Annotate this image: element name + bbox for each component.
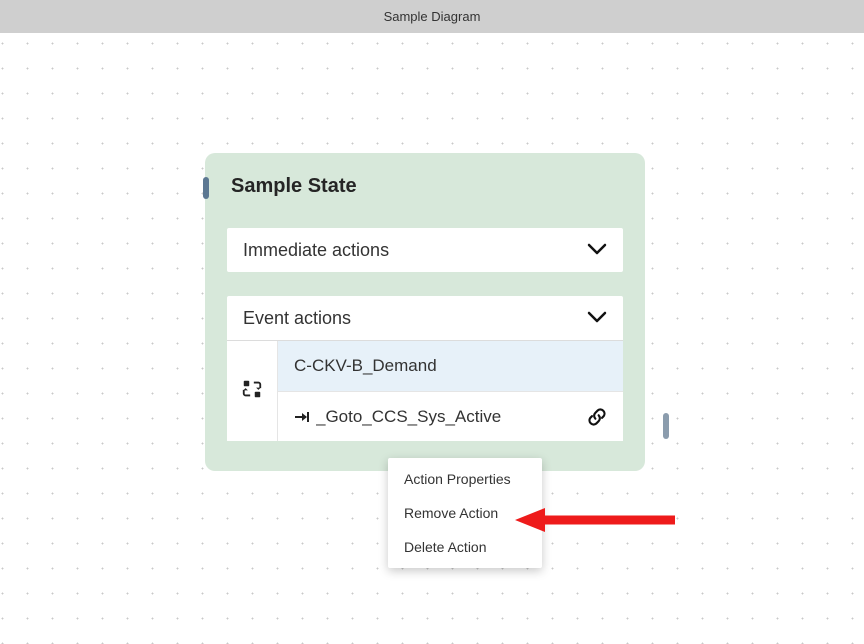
diagram-canvas[interactable]: Sample State Immediate actions Event act… bbox=[0, 33, 864, 644]
window-title: Sample Diagram bbox=[384, 9, 481, 24]
window-title-bar: Sample Diagram bbox=[0, 0, 864, 33]
scroll-indicator[interactable] bbox=[663, 413, 669, 439]
event-actions-label: Event actions bbox=[243, 308, 351, 329]
event-transition-label: _Goto_CCS_Sys_Active bbox=[316, 407, 587, 427]
event-actions-section: Event actions bbox=[227, 296, 623, 441]
immediate-actions-label: Immediate actions bbox=[243, 240, 389, 261]
menu-item-delete-action[interactable]: Delete Action bbox=[388, 530, 542, 564]
state-node[interactable]: Sample State Immediate actions Event act… bbox=[205, 153, 645, 471]
swap-icon bbox=[241, 378, 263, 405]
immediate-actions-header[interactable]: Immediate actions bbox=[227, 228, 623, 272]
link-icon[interactable] bbox=[587, 407, 607, 427]
event-name-row[interactable]: C-CKV-B_Demand bbox=[278, 341, 623, 391]
event-name-label: C-CKV-B_Demand bbox=[294, 356, 607, 376]
event-rows: C-CKV-B_Demand _Goto_CCS_Sys_Active bbox=[277, 341, 623, 441]
chevron-down-icon bbox=[587, 240, 607, 261]
chevron-down-icon bbox=[587, 308, 607, 329]
event-transition-row[interactable]: _Goto_CCS_Sys_Active bbox=[278, 391, 623, 441]
event-actions-header[interactable]: Event actions bbox=[227, 296, 623, 340]
transition-arrow-icon bbox=[294, 411, 310, 423]
event-body: C-CKV-B_Demand _Goto_CCS_Sys_Active bbox=[227, 340, 623, 441]
context-menu: Action Properties Remove Action Delete A… bbox=[388, 458, 542, 568]
immediate-actions-section: Immediate actions bbox=[227, 228, 623, 272]
state-title: Sample State bbox=[231, 175, 623, 198]
menu-item-action-properties[interactable]: Action Properties bbox=[388, 462, 542, 496]
menu-item-remove-action[interactable]: Remove Action bbox=[388, 496, 542, 530]
state-accent-handle[interactable] bbox=[203, 177, 209, 199]
event-type-cell[interactable] bbox=[227, 341, 277, 441]
